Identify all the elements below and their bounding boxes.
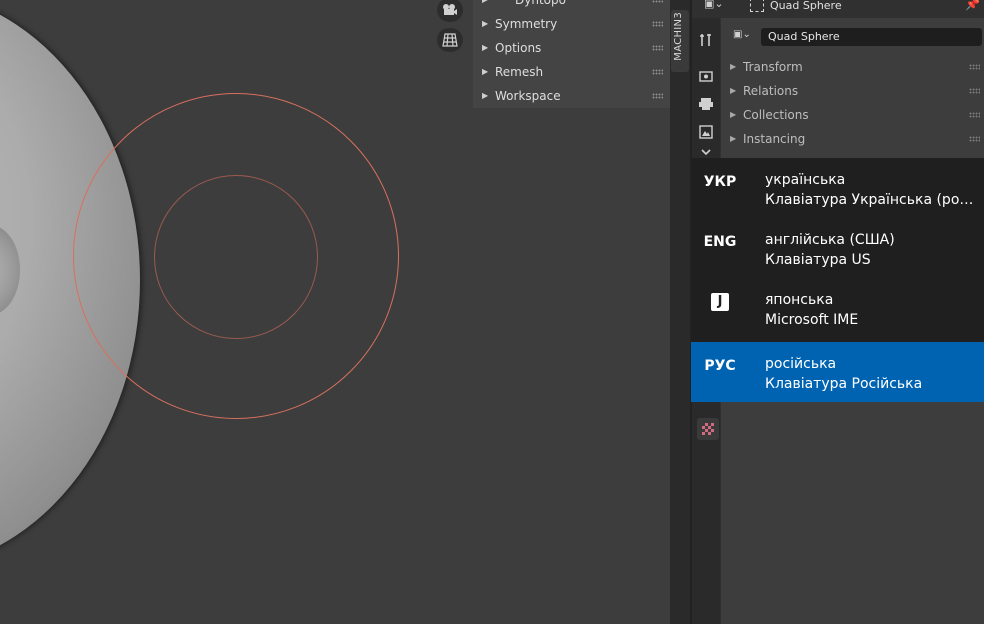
language-option-ukrainian[interactable]: УКР українська Клавіатура Українська (ро…	[691, 158, 984, 218]
texture-icon[interactable]	[697, 418, 719, 440]
section-transform-label: Transform	[743, 60, 803, 74]
render-icon[interactable]	[696, 66, 716, 86]
editor-type-icon[interactable]: ▣⌄	[704, 0, 730, 15]
language-code: РУС	[704, 358, 736, 374]
section-transform[interactable]: ▶ Transform	[721, 55, 984, 79]
drag-handle-icon[interactable]	[969, 136, 980, 142]
drag-handle-icon[interactable]	[652, 21, 663, 27]
tab-machin3[interactable]: MACHIN3	[671, 10, 689, 72]
japanese-ime-icon: J	[711, 293, 729, 311]
language-name: англійська (США)	[765, 232, 895, 248]
expand-arrow-icon: ▶	[482, 43, 489, 52]
object-name-field[interactable]: Quad Sphere	[761, 28, 982, 46]
expand-arrow-icon: ▶	[482, 0, 488, 12]
expand-arrow-icon: ▶	[730, 86, 737, 95]
language-option-russian[interactable]: РУС російська Клавіатура Російська	[691, 342, 984, 402]
section-collections[interactable]: ▶ Collections	[721, 103, 984, 127]
workspace-label: Workspace	[495, 89, 561, 103]
expand-arrow-icon: ▶	[730, 134, 737, 143]
object-icon	[750, 0, 764, 12]
view-layer-icon[interactable]	[696, 122, 716, 142]
expand-arrow-icon: ▶	[482, 19, 489, 28]
camera-icon[interactable]	[437, 0, 463, 22]
language-code: ENG	[703, 234, 737, 250]
remesh-label: Remesh	[495, 65, 544, 79]
options-row[interactable]: ▶ Options	[473, 36, 670, 60]
sidebar-tab-strip: MACHIN3	[670, 0, 690, 624]
input-language-switcher: УКР українська Клавіатура Українська (ро…	[691, 158, 984, 402]
language-option-english[interactable]: ENG англійська (США) Клавіатура US	[691, 218, 984, 278]
language-code: УКР	[703, 174, 737, 190]
drag-handle-icon[interactable]	[652, 93, 663, 99]
output-icon[interactable]	[696, 94, 716, 114]
expand-arrow-icon: ▶	[482, 67, 489, 76]
section-relations-label: Relations	[743, 84, 799, 98]
symmetry-label: Symmetry	[495, 17, 558, 31]
language-name: українська	[765, 172, 846, 188]
header-title: Quad Sphere	[770, 0, 842, 12]
tab-machin3-label: MACHIN3	[673, 12, 684, 61]
blender-window: ▶ Dyntopo ▶ Symmetry ▶ Options ▶ Remesh …	[0, 0, 984, 624]
keyboard-layout: Microsoft IME	[765, 312, 859, 328]
drag-handle-icon[interactable]	[969, 112, 980, 118]
drag-handle-icon[interactable]	[652, 45, 663, 51]
keyboard-layout: Клавіатура Українська (розширена)	[765, 192, 977, 208]
brush-falloff-circle	[154, 175, 318, 339]
language-option-japanese[interactable]: J японська Microsoft IME	[691, 278, 984, 338]
drag-handle-icon[interactable]	[652, 69, 663, 75]
drag-handle-icon[interactable]	[969, 88, 980, 94]
drag-handle-icon[interactable]	[969, 64, 980, 70]
scene-icon[interactable]	[696, 148, 716, 158]
tool-icon[interactable]	[696, 30, 716, 50]
workspace-row[interactable]: ▶ Workspace	[473, 84, 670, 108]
language-name: російська	[765, 356, 837, 372]
section-instancing[interactable]: ▶ Instancing	[721, 127, 984, 151]
expand-arrow-icon: ▶	[730, 110, 737, 119]
section-relations[interactable]: ▶ Relations	[721, 79, 984, 103]
object-data-icon: ▣⌄	[733, 29, 751, 40]
options-label: Options	[495, 41, 542, 55]
dyntopo-row[interactable]: ▶ Dyntopo	[473, 0, 670, 12]
keyboard-layout: Клавіатура US	[765, 252, 871, 268]
symmetry-row[interactable]: ▶ Symmetry	[473, 12, 670, 36]
sidebar-panel: ▶ Dyntopo ▶ Symmetry ▶ Options ▶ Remesh …	[473, 0, 670, 108]
remesh-row[interactable]: ▶ Remesh	[473, 60, 670, 84]
section-instancing-label: Instancing	[743, 132, 806, 146]
dyntopo-label: Dyntopo	[515, 0, 566, 7]
drag-handle-icon[interactable]	[652, 0, 663, 3]
pin-icon[interactable]: 📌	[965, 0, 980, 11]
grid-icon[interactable]	[437, 28, 463, 52]
expand-arrow-icon: ▶	[482, 91, 489, 100]
expand-arrow-icon: ▶	[730, 62, 737, 71]
language-name: японська	[765, 292, 834, 308]
section-collections-label: Collections	[743, 108, 809, 122]
properties-header: ▣⌄ Quad Sphere 📌	[692, 0, 984, 18]
object-name-value: Quad Sphere	[768, 30, 840, 43]
keyboard-layout: Клавіатура Російська	[765, 376, 923, 392]
